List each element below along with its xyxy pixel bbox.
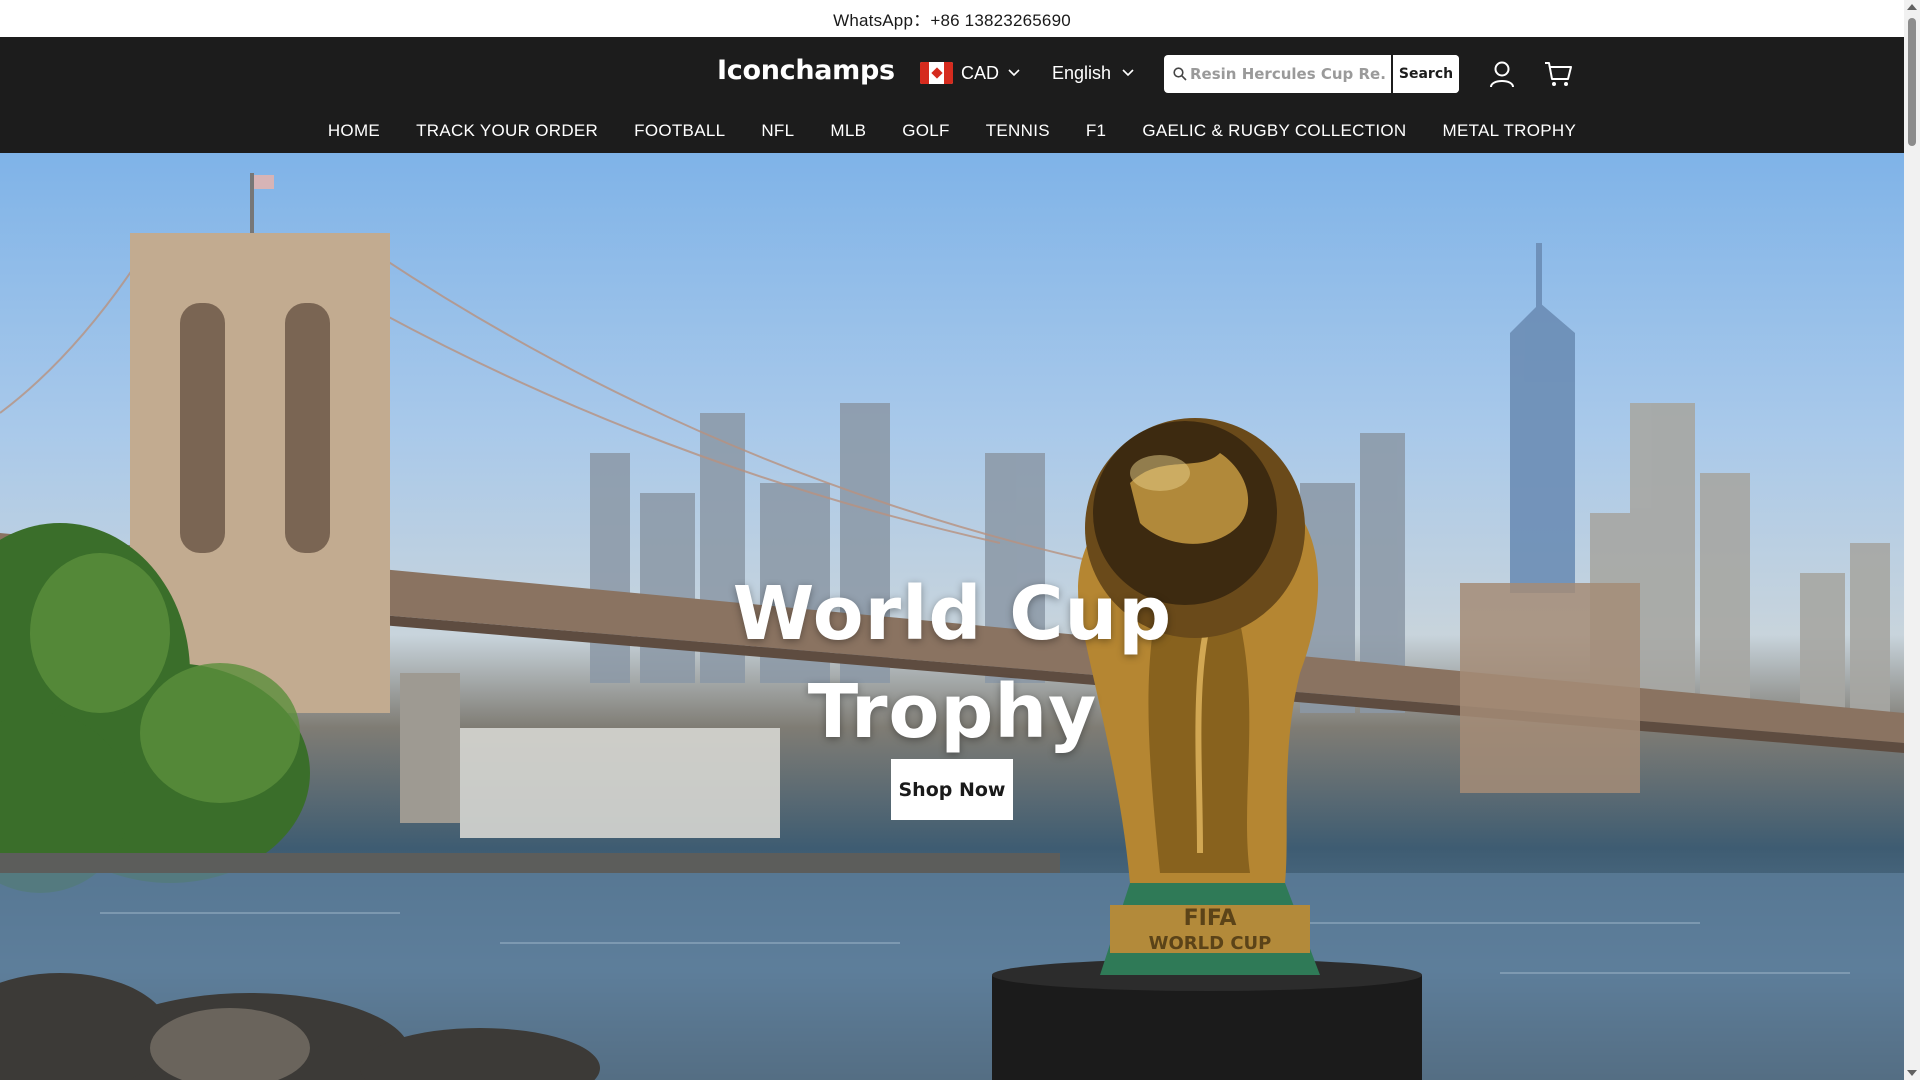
language-selector[interactable]: English	[1052, 59, 1135, 87]
search-input[interactable]	[1190, 56, 1386, 92]
nav-item-f1[interactable]: F1	[1068, 115, 1124, 147]
site-header: Iconchamps CAD English Search HOME TRACK…	[0, 37, 1904, 153]
nav-item-golf[interactable]: GOLF	[884, 115, 968, 147]
cart-icon[interactable]	[1543, 59, 1573, 89]
hero-title-line-1: World Cup	[732, 571, 1173, 657]
announcement-text: WhatsApp：+86 13823265690	[833, 11, 1071, 30]
search-button[interactable]: Search	[1391, 55, 1459, 93]
hero-title-line-2: Trophy	[807, 669, 1098, 755]
trophy-base-text-2: WORLD CUP	[1149, 933, 1272, 954]
search-icon	[1164, 55, 1190, 93]
language-label: English	[1052, 62, 1112, 83]
nav-item-gaelic-rugby[interactable]: GAELIC & RUGBY COLLECTION	[1124, 115, 1424, 147]
account-icon[interactable]	[1487, 59, 1517, 89]
main-navigation: HOME TRACK YOUR ORDER FOOTBALL NFL MLB G…	[0, 115, 1904, 147]
hero-title: World Cup Trophy	[700, 565, 1205, 761]
nav-item-metal-trophy[interactable]: METAL TROPHY	[1424, 115, 1594, 147]
currency-selector[interactable]: CAD	[920, 59, 1021, 87]
canada-flag-icon	[920, 62, 953, 84]
scroll-down-icon[interactable]	[1907, 1070, 1917, 1076]
nav-item-football[interactable]: FOOTBALL	[616, 115, 743, 147]
nav-item-nfl[interactable]: NFL	[743, 115, 812, 147]
page-scrollbar[interactable]	[1904, 0, 1920, 1080]
announcement-bar: WhatsApp：+86 13823265690	[0, 0, 1904, 37]
chevron-down-icon	[1121, 66, 1135, 80]
hero-banner[interactable]: FIFA WORLD CUP World Cup Trophy Shop Now	[0, 153, 1904, 1080]
scroll-thumb[interactable]	[1908, 18, 1916, 146]
chevron-down-icon	[1007, 66, 1021, 80]
nav-item-home[interactable]: HOME	[310, 115, 398, 147]
search-form: Search	[1164, 55, 1459, 93]
trophy-base-text-1: FIFA	[1184, 906, 1237, 931]
site-logo[interactable]: Iconchamps	[717, 55, 895, 86]
currency-code: CAD	[961, 62, 1000, 83]
scroll-up-icon[interactable]	[1907, 4, 1917, 10]
nav-item-mlb[interactable]: MLB	[812, 115, 884, 147]
nav-item-track-order[interactable]: TRACK YOUR ORDER	[398, 115, 616, 147]
nav-item-tennis[interactable]: TENNIS	[968, 115, 1068, 147]
shop-now-button[interactable]: Shop Now	[891, 759, 1013, 820]
